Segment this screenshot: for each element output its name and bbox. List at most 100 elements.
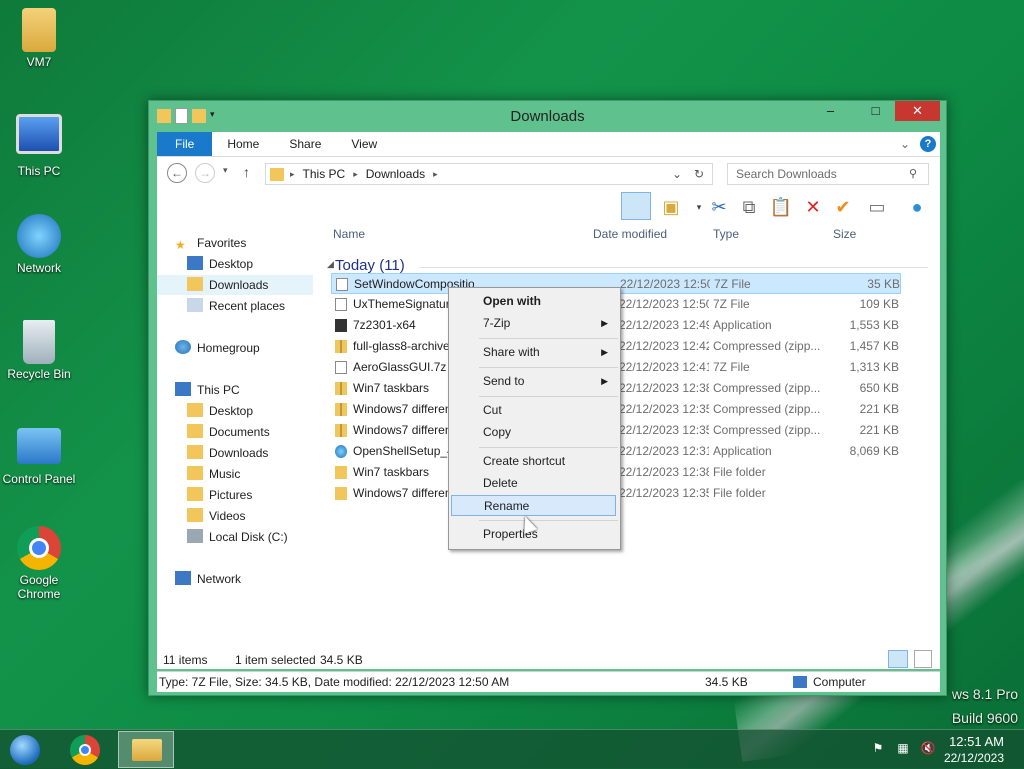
user-folder-icon [22, 8, 56, 52]
submenu-arrow-icon: ▶ [601, 376, 608, 386]
file-date: 22/12/2023 12:38 ... [619, 465, 709, 479]
file-date: 22/12/2023 12:35 ... [619, 486, 709, 500]
nav-network[interactable]: Network [175, 569, 331, 589]
menu-item-create-shortcut[interactable]: Create shortcut [451, 451, 616, 472]
desktop-icon-recycle-bin[interactable]: Recycle Bin [0, 320, 78, 381]
os-watermark-build: Build 9600 [951, 710, 1018, 726]
desktop-icon-this-pc[interactable]: This PC [0, 114, 78, 178]
recent-locations-icon[interactable]: ▾ [223, 165, 228, 176]
delete-icon[interactable]: ✕ [801, 195, 825, 219]
nav-homegroup[interactable]: Homegroup [175, 338, 331, 358]
file-size: 1,553 KB [849, 318, 899, 332]
control-panel-icon [17, 428, 61, 464]
drive-icon [187, 529, 203, 543]
computer-icon [793, 676, 807, 688]
address-dropdown-icon[interactable]: ⌄ [672, 167, 682, 181]
group-divider [419, 267, 928, 268]
column-header-size[interactable]: Size [833, 227, 856, 245]
breadcrumb-this-pc[interactable]: This PC [303, 167, 346, 181]
tab-view[interactable]: View [336, 132, 392, 156]
select-folder-icon[interactable]: ▣ [659, 195, 683, 219]
status-selection-size: 34.5 KB [320, 653, 363, 667]
tab-home[interactable]: Home [212, 132, 274, 156]
back-button[interactable]: ← [167, 163, 187, 183]
nav-recent-places[interactable]: Recent places [187, 296, 343, 316]
taskbar-file-explorer[interactable] [118, 731, 174, 768]
nav-favorites[interactable]: ★ Favorites [175, 233, 331, 253]
taskbar-chrome[interactable] [58, 731, 114, 768]
nav-favorites-desktop[interactable]: Desktop [187, 254, 343, 274]
desktop-icon-vm7[interactable]: VM7 [0, 8, 78, 69]
file-size: 8,069 KB [849, 444, 899, 458]
menu-item-share-with[interactable]: Share with ▶ [451, 342, 616, 363]
file-date: 22/12/2023 12:35 ... [619, 402, 709, 416]
context-menu: Open with 7-Zip ▶ Share with ▶ Send to ▶ Cu… [448, 287, 621, 550]
navigation-pane: ★ Favorites Desktop Downloads Recent plac… [157, 223, 317, 643]
tab-file[interactable]: File [157, 132, 213, 156]
large-icons-view-icon[interactable] [914, 650, 932, 668]
nav-pc-videos[interactable]: Videos [187, 506, 343, 526]
address-bar[interactable]: ▸ This PC ▸ Downloads ▸ ⌄ ↻ [265, 163, 713, 185]
nav-this-pc[interactable]: This PC [175, 380, 331, 400]
file-size: 221 KB [859, 402, 899, 416]
menu-item-delete[interactable]: Delete [451, 473, 616, 494]
start-button[interactable] [0, 731, 56, 768]
properties-icon[interactable]: ▭ [865, 195, 889, 219]
volume-muted-icon[interactable]: 🔇 [920, 741, 936, 757]
folder-icon [335, 466, 347, 479]
maximize-button[interactable]: □ [862, 101, 889, 121]
details-view-icon[interactable] [888, 650, 908, 668]
nav-pc-downloads[interactable]: Downloads [187, 443, 343, 463]
nav-pc-documents[interactable]: Documents [187, 422, 343, 442]
menu-item-rename[interactable]: Rename [451, 495, 616, 516]
menu-item-7zip[interactable]: 7-Zip ▶ [451, 313, 616, 334]
copy-icon[interactable]: ⧉ [737, 195, 761, 219]
desktop-icon-network[interactable]: Network [0, 214, 78, 275]
network-icon [17, 214, 61, 258]
nav-favorites-downloads[interactable]: Downloads [157, 275, 313, 295]
up-button[interactable]: ↑ [243, 164, 250, 180]
desktop-icon-google-chrome[interactable]: Google Chrome [0, 526, 78, 601]
minimize-button[interactable]: – [817, 101, 844, 121]
file-type: File folder [713, 465, 766, 479]
title-bar[interactable]: ▾ Downloads – □ ✕ [149, 101, 946, 132]
menu-item-open-with[interactable]: Open with [451, 291, 616, 312]
menu-item-copy[interactable]: Copy [451, 422, 616, 443]
ribbon-tabs: File Home Share View ⌄ ? [157, 132, 940, 157]
status-item-count: 11 items [163, 653, 208, 667]
folder-icon [187, 445, 203, 459]
menu-item-cut[interactable]: Cut [451, 400, 616, 421]
network-tray-icon[interactable]: ▦ [895, 741, 911, 757]
cut-icon[interactable]: ✂ [707, 195, 731, 219]
column-header-date[interactable]: Date modified [593, 227, 667, 245]
help-icon[interactable]: ? [920, 136, 936, 152]
file-size: 109 KB [859, 297, 899, 311]
nav-pc-local-disk[interactable]: Local Disk (C:) [187, 527, 343, 547]
nav-pc-desktop[interactable]: Desktop [187, 401, 343, 421]
forward-button[interactable]: → [195, 163, 215, 183]
rename-check-icon[interactable]: ✔ [831, 195, 855, 219]
column-header-name[interactable]: Name [333, 227, 365, 245]
file-type: Compressed (zipp... [713, 381, 821, 395]
nav-pc-pictures[interactable]: Pictures [187, 485, 343, 505]
action-center-flag-icon[interactable]: ⚑ [870, 741, 886, 757]
group-collapse-icon[interactable]: ◢ [327, 259, 334, 270]
expand-ribbon-icon[interactable]: ⌄ [900, 132, 910, 156]
nav-pc-music[interactable]: Music [187, 464, 343, 484]
refresh-icon[interactable]: ↻ [694, 167, 704, 181]
desktop-icon-control-panel[interactable]: Control Panel [0, 428, 78, 486]
system-clock[interactable]: 12:51 AM 22/12/2023 [944, 734, 1004, 766]
network-share-icon[interactable]: ● [905, 195, 929, 219]
network-icon [175, 571, 191, 585]
tab-share[interactable]: Share [274, 132, 336, 156]
breadcrumb-downloads[interactable]: Downloads [366, 167, 425, 181]
group-header[interactable]: Today (11) [335, 257, 405, 274]
menu-item-send-to[interactable]: Send to ▶ [451, 371, 616, 392]
paste-icon[interactable]: 📋 [769, 195, 793, 219]
search-icon[interactable]: ⚲ [909, 167, 917, 180]
preview-pane-icon[interactable] [621, 192, 651, 220]
search-input[interactable]: Search Downloads [727, 163, 929, 185]
close-button[interactable]: ✕ [895, 101, 940, 121]
column-header-type[interactable]: Type [713, 227, 739, 245]
submenu-arrow-icon: ▶ [601, 318, 608, 328]
